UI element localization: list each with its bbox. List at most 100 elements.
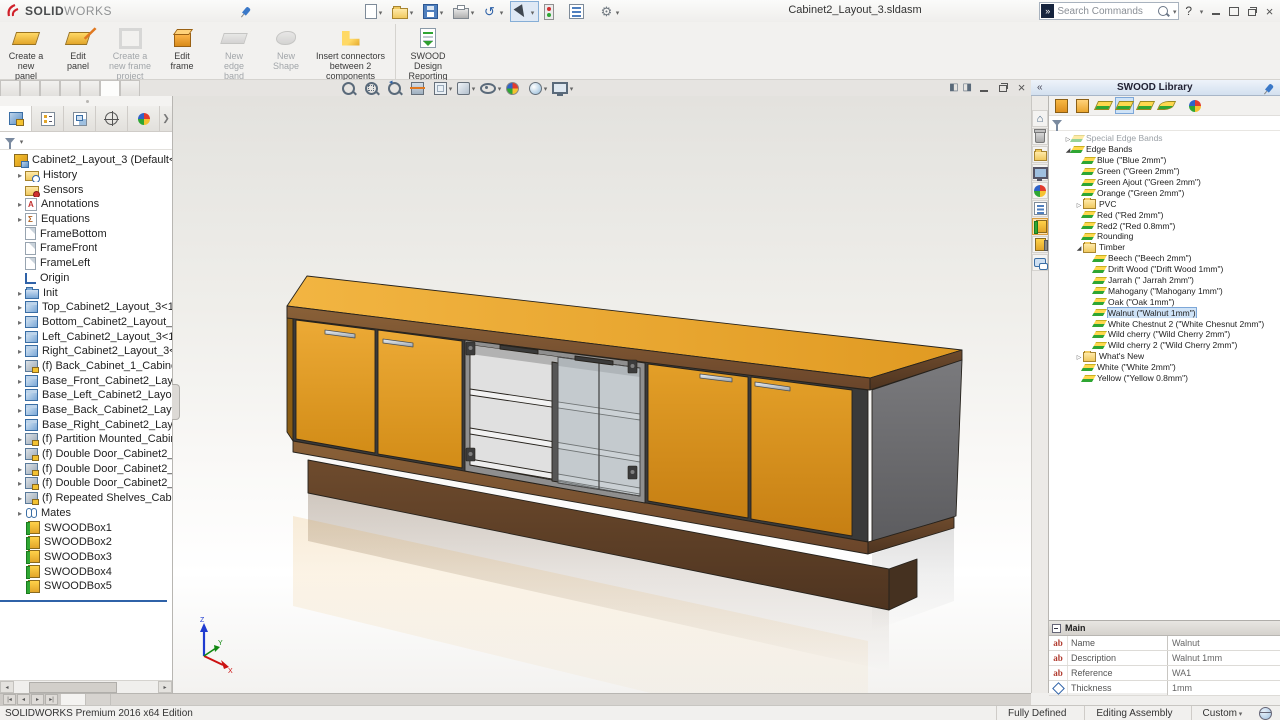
quick-access-button[interactable]	[362, 1, 387, 22]
menu-item[interactable]	[158, 8, 174, 14]
quick-access-button[interactable]	[450, 1, 479, 22]
filter-dropdown-icon[interactable]	[18, 135, 25, 147]
expander-icon[interactable]	[15, 419, 25, 431]
feature-tree-item[interactable]: (f) Double Door_Cabinet2_3_Cabinet2_	[0, 476, 172, 491]
cabinet-right-side[interactable]	[872, 360, 962, 542]
expander-icon[interactable]	[1075, 242, 1083, 252]
quick-access-button[interactable]	[389, 1, 418, 22]
expander-icon[interactable]	[15, 463, 25, 475]
menu-item[interactable]	[174, 8, 190, 14]
library-toolbar-button[interactable]	[1073, 97, 1092, 114]
next-tab-icon[interactable]: ▸	[31, 694, 44, 705]
ribbon-button[interactable]: SWOOD Design Reporting	[395, 24, 454, 82]
search-commands-box[interactable]: » Search Commands	[1039, 2, 1179, 20]
scroll-left-icon[interactable]: ◂	[0, 681, 14, 693]
expander-icon[interactable]	[15, 433, 25, 445]
view-tool-button[interactable]	[434, 82, 454, 95]
command-tab[interactable]	[100, 80, 120, 96]
expander-icon[interactable]	[15, 360, 25, 372]
library-tree-item[interactable]: Green ("Green 2mm")	[1049, 166, 1280, 177]
quick-access-button[interactable]	[420, 1, 448, 22]
library-tree-item[interactable]: Red2 ("Red 0.8mm")	[1049, 220, 1280, 231]
ribbon-button[interactable]: Edit panel	[52, 24, 104, 72]
command-tab[interactable]	[40, 80, 60, 96]
filter-icon[interactable]	[1052, 120, 1062, 126]
task-pane-tab[interactable]	[1032, 218, 1048, 235]
feature-tree-item[interactable]: Init	[0, 285, 172, 300]
library-tree-item[interactable]: Walnut ("Walnut 1mm")	[1049, 307, 1280, 318]
pin-icon[interactable]	[242, 6, 251, 15]
feature-tree-item[interactable]: SWOODBox1	[0, 520, 172, 535]
feature-tree-item[interactable]: History	[0, 168, 172, 183]
feature-tree-item[interactable]: Equations	[0, 212, 172, 227]
maximize-button[interactable]	[1226, 5, 1241, 18]
feature-tree-item[interactable]: Right_Cabinet2_Layout_3<1> (Default	[0, 344, 172, 359]
search-dropdown-icon[interactable]	[1171, 5, 1178, 17]
status-item[interactable]: Editing Assembly	[1084, 706, 1190, 720]
expander-icon[interactable]	[15, 198, 25, 210]
last-tab-icon[interactable]: ▸|	[45, 694, 58, 705]
view-tool-button[interactable]	[552, 82, 575, 94]
library-tree-item[interactable]: White Chestnut 2 ("White Chesnut 2mm")	[1049, 318, 1280, 329]
expander-icon[interactable]	[15, 404, 25, 416]
feature-tree-item[interactable]: FrameBottom	[0, 226, 172, 241]
doc-close-button[interactable]	[1014, 81, 1029, 94]
feature-manager-tab[interactable]	[32, 106, 64, 131]
expander-icon[interactable]	[15, 477, 25, 489]
globe-icon[interactable]	[1259, 707, 1272, 720]
property-value[interactable]: Walnut	[1167, 636, 1280, 650]
feature-tree-item[interactable]: SWOODBox4	[0, 564, 172, 579]
menu-item[interactable]	[222, 8, 238, 14]
feature-tree-item[interactable]: Base_Front_Cabinet2_Layout_3<1> (D	[0, 373, 172, 388]
command-tab[interactable]	[60, 80, 80, 96]
library-tree-item[interactable]: Red ("Red 2mm")	[1049, 209, 1280, 220]
view-tool-button[interactable]	[411, 82, 431, 95]
graphics-area[interactable]: Z X Y	[173, 96, 1031, 693]
feature-tree-item[interactable]: (f) Partition Mounted_Cabinet2_1_Cab	[0, 432, 172, 447]
feature-tree-item[interactable]: Sensors	[0, 182, 172, 197]
expander-icon[interactable]	[15, 375, 25, 387]
feature-tree-item[interactable]: (f) Double Door_Cabinet2_2_Cabinet2_	[0, 461, 172, 476]
collapse-chevron-icon[interactable]: «	[1031, 82, 1049, 93]
cabinet-door-1[interactable]	[296, 320, 375, 453]
feature-tree-item[interactable]: Mates	[0, 506, 172, 521]
view-tool-button[interactable]	[506, 82, 526, 95]
help-button[interactable]: ?	[1182, 4, 1195, 18]
library-tree-item[interactable]: Wild cherry ("Wild Cherry 2mm")	[1049, 329, 1280, 340]
feature-tree-item[interactable]: Cabinet2_Layout_3 (Default<Default_Displ	[0, 153, 172, 168]
library-toolbar-button[interactable]	[1185, 97, 1204, 114]
minimize-button[interactable]	[1208, 5, 1223, 18]
ribbon-button[interactable]: Edit frame	[156, 24, 208, 72]
feature-tree-item[interactable]: Annotations	[0, 197, 172, 212]
expander-icon[interactable]	[15, 287, 25, 299]
feature-tree-item[interactable]: Bottom_Cabinet2_Layout_3<1> (Defau	[0, 315, 172, 330]
property-value[interactable]: Walnut 1mm	[1167, 651, 1280, 665]
view-tool-button[interactable]	[342, 82, 362, 95]
model-tab[interactable]	[61, 694, 86, 705]
menu-item[interactable]	[142, 8, 158, 14]
search-icon[interactable]	[1158, 6, 1168, 16]
view-tool-button[interactable]	[480, 82, 503, 94]
collapse-box-icon[interactable]	[1052, 624, 1061, 633]
menu-item[interactable]	[190, 8, 206, 14]
feature-manager-tab[interactable]	[96, 106, 128, 131]
panel-flyout-handle[interactable]	[172, 384, 180, 420]
feature-tree-item[interactable]: Left_Cabinet2_Layout_3<1> (Default<	[0, 329, 172, 344]
properties-header[interactable]: Main	[1049, 621, 1280, 636]
expander-icon[interactable]	[15, 389, 25, 401]
quick-access-button[interactable]	[566, 1, 594, 22]
scroll-right-icon[interactable]: ▸	[158, 681, 172, 693]
library-toolbar-button[interactable]	[1052, 97, 1071, 114]
library-tree-item[interactable]: Oak ("Oak 1mm")	[1049, 296, 1280, 307]
library-tree-item[interactable]: White ("White 2mm")	[1049, 362, 1280, 373]
feature-tree-item[interactable]: Base_Right_Cabinet2_Layout_3<1> (D	[0, 417, 172, 432]
quick-access-button[interactable]	[481, 1, 508, 22]
search-input[interactable]: Search Commands	[1057, 6, 1155, 17]
expander-icon[interactable]	[15, 448, 25, 460]
task-pane-tab[interactable]	[1032, 128, 1048, 145]
library-tree-item[interactable]: PVC	[1049, 198, 1280, 209]
task-pane-tab[interactable]	[1032, 110, 1048, 127]
library-tree-item[interactable]: Jarrah (" Jarrah 2mm")	[1049, 275, 1280, 286]
expander-icon[interactable]	[1075, 199, 1083, 209]
view-tool-button[interactable]	[388, 82, 408, 95]
